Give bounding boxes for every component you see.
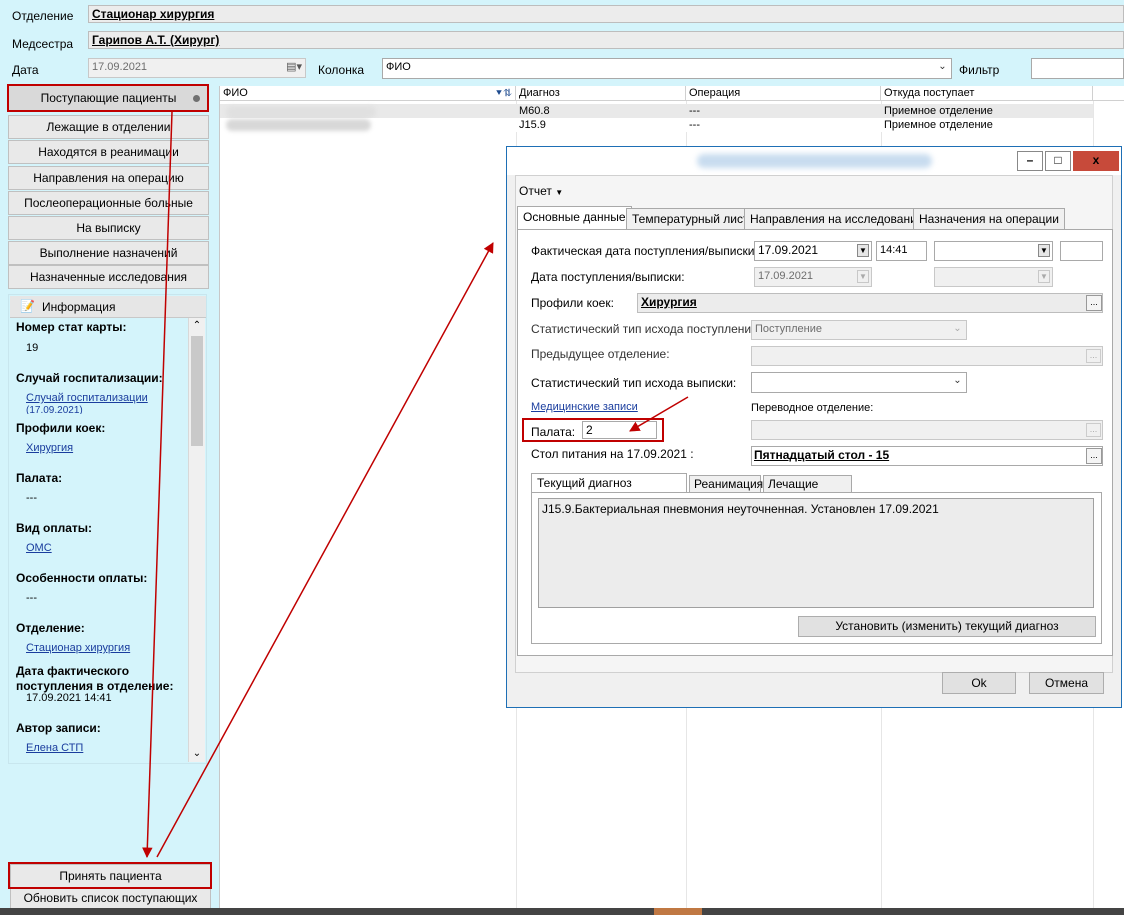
arrow-to-accept	[142, 111, 173, 859]
annotation-arrows	[142, 111, 689, 859]
arrow-to-dialog	[156, 242, 494, 858]
arrow-to-ward	[629, 396, 689, 432]
